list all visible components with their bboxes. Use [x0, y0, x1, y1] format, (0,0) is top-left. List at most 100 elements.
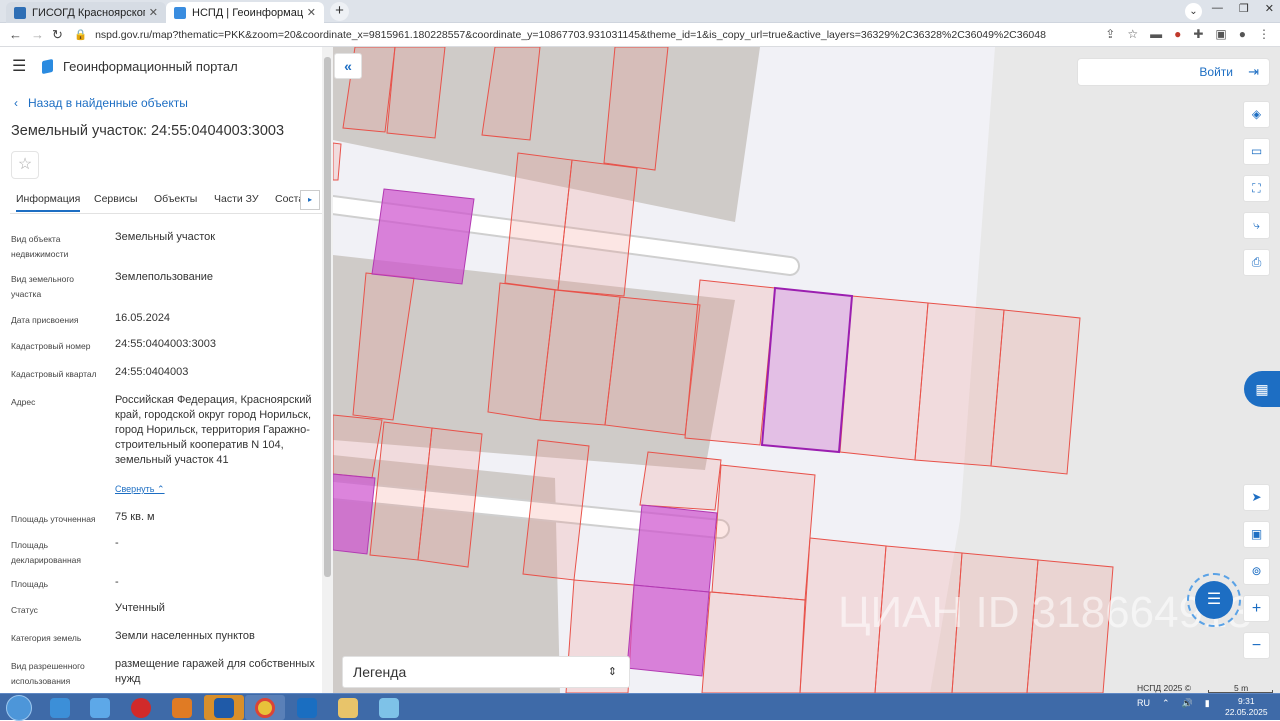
- outlook-app-icon[interactable]: [204, 695, 244, 720]
- collapse-label: Свернуть: [115, 484, 155, 494]
- tab-parts[interactable]: Части ЗУ: [214, 193, 259, 205]
- hamburger-menu-icon[interactable]: ☰: [12, 56, 26, 76]
- profile-icon[interactable]: ●: [1239, 27, 1246, 41]
- back-to-results-link[interactable]: ‹ Назад в найденные объекты: [14, 96, 188, 110]
- land-parcel: [639, 451, 722, 511]
- media-app-icon[interactable]: [162, 695, 202, 720]
- property-value: Земли населенных пунктов: [115, 630, 255, 642]
- property-row: Кадастровый номер 24:55:0404003:3003: [11, 337, 316, 365]
- explorer-app-icon[interactable]: [328, 695, 368, 720]
- close-tab-icon[interactable]: ✕: [149, 6, 158, 19]
- os-taskbar: RU ⌃ 🔊 ▮ 9:31 22.05.2025: [0, 693, 1280, 721]
- tab-search-chevron-icon[interactable]: ⌄: [1185, 3, 1202, 20]
- login-button[interactable]: Войти ⇥: [1077, 58, 1270, 86]
- browser-tab-gisogd[interactable]: ГИСОГД Красноярского края ✕: [6, 2, 166, 23]
- property-label: Кадастровый номер: [11, 341, 91, 351]
- url-field[interactable]: 🔒 nspd.gov.ru/map?thematic=PKK&zoom=20&co…: [74, 25, 1094, 45]
- property-value: размещение гаражей для собственных нужд: [115, 658, 315, 685]
- restore-icon[interactable]: ❐: [1239, 2, 1249, 15]
- chevron-up-icon: ⌃: [157, 484, 165, 494]
- property-value: Земельный участок: [115, 231, 216, 243]
- highlighted-parcel[interactable]: [333, 473, 376, 555]
- lync-app-icon[interactable]: [287, 695, 327, 720]
- layers-icon[interactable]: ◈: [1243, 101, 1270, 128]
- share-map-icon[interactable]: ⤷: [1243, 212, 1270, 239]
- volume-icon[interactable]: 🔊: [1182, 698, 1193, 709]
- property-label: Кадастровый квартал: [11, 369, 97, 379]
- highlighted-parcel[interactable]: [626, 584, 710, 677]
- chrome-app-icon[interactable]: [245, 695, 285, 720]
- land-parcel: [914, 302, 1005, 467]
- favorite-star-icon[interactable]: ☆: [11, 151, 39, 179]
- property-list: Вид объекта недвижимости Земельный участ…: [11, 230, 316, 691]
- reload-icon[interactable]: ↻: [52, 27, 63, 43]
- sidepanel-icon[interactable]: ▣: [1215, 27, 1226, 41]
- bookmark-star-icon[interactable]: ☆: [1127, 27, 1138, 41]
- extension-2-icon[interactable]: ●: [1174, 27, 1181, 41]
- property-label: Площадь декларированная: [11, 540, 81, 565]
- property-row: Категория земель Земли населенных пункто…: [11, 629, 316, 657]
- zoom-in-icon[interactable]: +: [1243, 595, 1270, 622]
- object-info-panel: ☰ Геоинформационный портал ‹ Назад в най…: [0, 47, 322, 693]
- property-label: Категория земель: [11, 633, 82, 643]
- puzzle-icon[interactable]: ✚: [1193, 27, 1203, 41]
- property-row: Площадь декларированная -: [11, 536, 316, 575]
- collapse-panel-button[interactable]: «: [334, 53, 362, 79]
- ie-app-icon[interactable]: [40, 695, 80, 720]
- windows-start-icon[interactable]: [6, 695, 32, 721]
- minimize-icon[interactable]: —: [1212, 2, 1223, 15]
- language-indicator[interactable]: RU: [1137, 698, 1150, 709]
- area-select-icon[interactable]: ⛶: [1243, 175, 1270, 202]
- close-window-icon[interactable]: ✕: [1265, 2, 1274, 15]
- collapse-link[interactable]: Свернуть ⌃: [115, 484, 165, 495]
- tabs-scroll-right-icon[interactable]: ▸: [300, 190, 320, 210]
- land-parcel: [557, 159, 638, 297]
- land-parcel: [990, 309, 1081, 475]
- chat-button[interactable]: ☰: [1187, 573, 1241, 627]
- opera-app-icon[interactable]: [121, 695, 161, 720]
- browser-tab-nspd[interactable]: НСПД | Геоинформационный п ✕: [166, 2, 324, 23]
- property-label: Дата присвоения: [11, 315, 79, 325]
- print-icon[interactable]: ⎙: [1243, 249, 1270, 276]
- highlighted-parcel[interactable]: [633, 504, 718, 593]
- highlighted-parcel[interactable]: [371, 188, 475, 285]
- clock-time: 9:31: [1238, 696, 1255, 706]
- bird-app-icon[interactable]: [80, 695, 120, 720]
- legend-dropdown[interactable]: Легенда ⇕: [342, 656, 630, 688]
- geolocation-icon[interactable]: ➤: [1243, 484, 1270, 511]
- land-parcel: [604, 296, 701, 436]
- share-icon[interactable]: ⇪: [1105, 27, 1115, 41]
- tray-up-icon[interactable]: ⌃: [1162, 698, 1170, 709]
- map-copyright: НСПД 2025 ©: [1137, 683, 1192, 693]
- back-arrow-icon[interactable]: ←: [9, 27, 22, 42]
- selected-parcel[interactable]: [760, 286, 854, 454]
- search-location-icon[interactable]: ⊚: [1243, 558, 1270, 585]
- scrollbar-thumb[interactable]: [324, 57, 331, 577]
- close-tab-icon[interactable]: ✕: [307, 6, 316, 19]
- minimap-icon[interactable]: ▣: [1243, 521, 1270, 548]
- taskbar-clock[interactable]: 9:31 22.05.2025: [1225, 696, 1268, 718]
- ruler-icon[interactable]: ▭: [1243, 138, 1270, 165]
- tab-objects[interactable]: Объекты: [154, 193, 197, 205]
- tab-services[interactable]: Сервисы: [94, 193, 138, 205]
- property-label: Вид разрешенного использования: [11, 661, 85, 686]
- property-value: -: [115, 576, 119, 588]
- address-bar-row: ← → ↻ 🔒 nspd.gov.ru/map?thematic=PKK&zoom…: [0, 23, 1280, 47]
- map-canvas[interactable]: ЦИАН ID 318664913: [333, 47, 1280, 693]
- panel-scrollbar[interactable]: [322, 47, 333, 693]
- notes-app-icon[interactable]: [369, 695, 409, 720]
- pzz-layer-icon[interactable]: ▦: [1244, 371, 1280, 407]
- menu-dots-icon[interactable]: ⋮: [1258, 27, 1270, 41]
- window-controls: — ❐ ✕: [1212, 2, 1274, 15]
- property-value: Учтенный: [115, 602, 165, 614]
- extension-icon[interactable]: ▬: [1150, 27, 1162, 41]
- login-label: Войти: [1199, 65, 1233, 79]
- cadastral-map[interactable]: ЦИАН ID 318664913: [333, 47, 1280, 693]
- portal-logo-icon: [42, 58, 53, 74]
- forward-arrow-icon[interactable]: →: [31, 27, 44, 42]
- zoom-out-icon[interactable]: −: [1243, 632, 1270, 659]
- new-tab-button[interactable]: +: [330, 2, 349, 21]
- nspd-favicon-icon: [174, 6, 186, 19]
- network-icon[interactable]: ▮: [1205, 698, 1210, 709]
- tab-information[interactable]: Информация: [16, 193, 81, 212]
